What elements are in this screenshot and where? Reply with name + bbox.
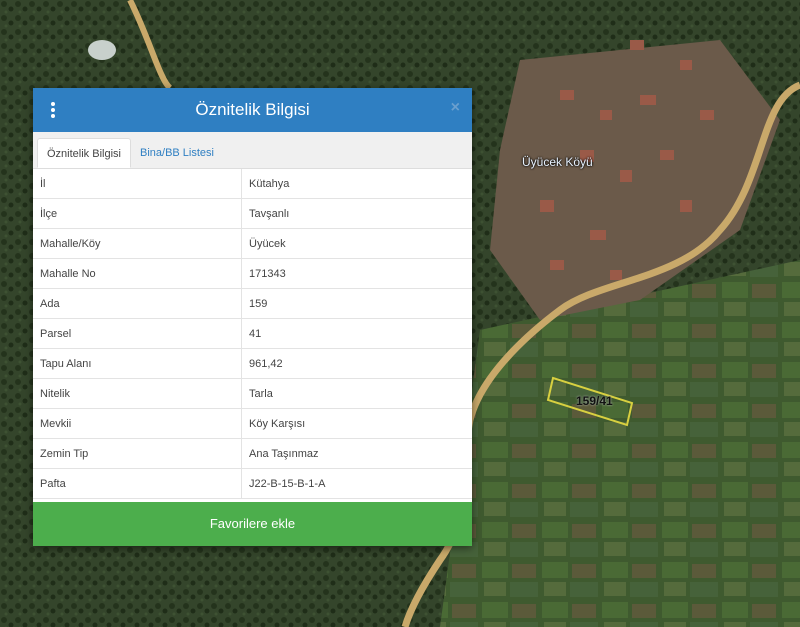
table-row: İlçe Tavşanlı [33, 198, 472, 229]
table-row: Mahalle/Köy Üyücek [33, 228, 472, 259]
attribute-value: Köy Karşısı [241, 408, 472, 439]
attribute-key: Parsel [33, 318, 242, 349]
table-row: İl Kütahya [33, 169, 472, 199]
table-row: Mahalle No 171343 [33, 258, 472, 289]
table-row: Ada 159 [33, 288, 472, 319]
village-label: Üyücek Köyü [522, 155, 593, 169]
attribute-key: Tapu Alanı [33, 348, 242, 379]
table-row: Pafta J22-B-15-B-1-A [33, 468, 472, 499]
table-row: Zemin Tip Ana Taşınmaz [33, 438, 472, 469]
attribute-key: Mahalle No [33, 258, 242, 289]
attribute-value: J22-B-15-B-1-A [241, 468, 472, 499]
panel-header: Öznitelik Bilgisi × [33, 88, 472, 132]
parcel-label: 159/41 [576, 394, 613, 408]
table-row: Parsel 41 [33, 318, 472, 349]
table-row: Mevkii Köy Karşısı [33, 408, 472, 439]
attribute-table: İl Kütahya İlçe Tavşanlı Mahalle/Köy Üyücek Ma… [33, 169, 472, 499]
attribute-key: Nitelik [33, 378, 242, 409]
close-icon[interactable]: × [451, 99, 460, 117]
attribute-key: Ada [33, 288, 242, 319]
attribute-key: Mevkii [33, 408, 242, 439]
tab-attribute-info[interactable]: Öznitelik Bilgisi [37, 138, 131, 168]
attribute-key: Zemin Tip [33, 438, 242, 469]
tab-building-list[interactable]: Bina/BB Listesi [131, 138, 223, 168]
attribute-key: İlçe [33, 198, 242, 229]
attribute-value: Üyücek [241, 228, 472, 259]
table-row: Nitelik Tarla [33, 378, 472, 409]
attribute-value: 171343 [241, 258, 472, 289]
attribute-key: İl [33, 169, 242, 199]
attribute-info-panel: Öznitelik Bilgisi × Öznitelik Bilgisi Bi… [33, 88, 472, 546]
attribute-value: 961,42 [241, 348, 472, 379]
tab-bar: Öznitelik Bilgisi Bina/BB Listesi [33, 132, 472, 169]
table-row: Tapu Alanı 961,42 [33, 348, 472, 379]
attribute-value: Tavşanlı [241, 198, 472, 229]
attribute-key: Mahalle/Köy [33, 228, 242, 259]
attribute-value: 159 [241, 288, 472, 319]
attribute-key: Pafta [33, 468, 242, 499]
attribute-value: Ana Taşınmaz [241, 438, 472, 469]
attribute-value: Kütahya [241, 169, 472, 199]
panel-title: Öznitelik Bilgisi [195, 100, 310, 119]
attribute-value: Tarla [241, 378, 472, 409]
add-to-favorites-button[interactable]: Favorilere ekle [33, 502, 472, 546]
attribute-value: 41 [241, 318, 472, 349]
